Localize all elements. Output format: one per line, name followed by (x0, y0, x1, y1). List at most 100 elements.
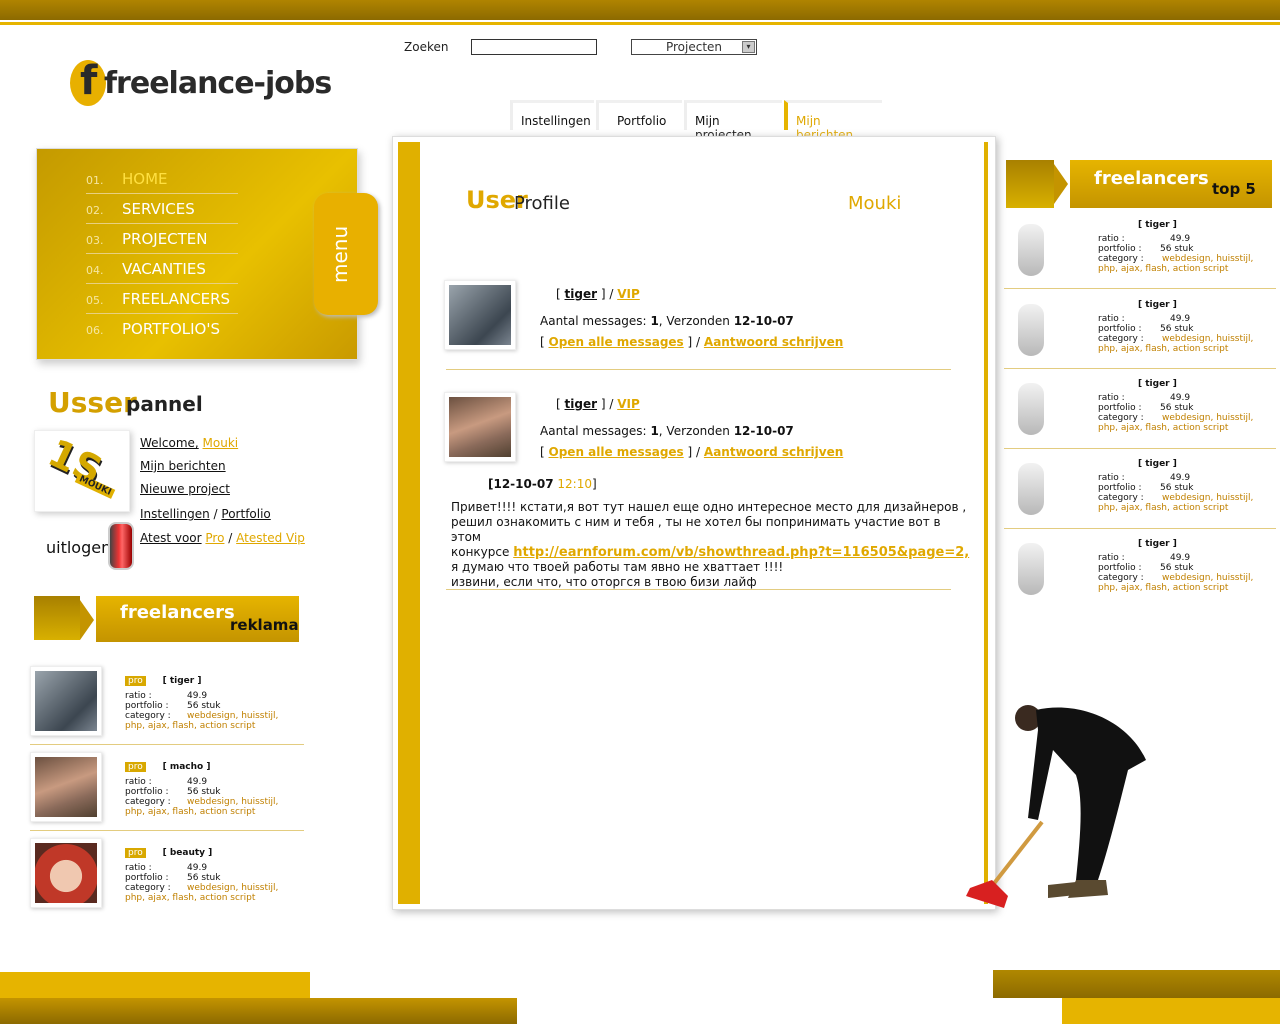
ratio-value: 49.9 (1170, 393, 1191, 403)
top5-name[interactable]: [ tiger ] (1138, 459, 1177, 469)
chevron-down-icon[interactable]: ▾ (742, 41, 755, 53)
category-value-2: php, ajax, flash, action script (1098, 503, 1229, 513)
reklama-thumb-beauty[interactable] (30, 838, 102, 908)
ratio-value: 49.9 (1170, 553, 1191, 563)
count-value: 1 (650, 424, 659, 438)
footprint-icon (1018, 224, 1044, 276)
menu-tab[interactable]: menu (314, 193, 378, 315)
tab-mijn-projecten[interactable]: Mijn projecten (684, 100, 782, 142)
username-link[interactable]: Mouki (203, 436, 239, 450)
logout-button[interactable]: uitlogen (46, 538, 111, 557)
portfolio-value: 56 stuk (187, 701, 221, 711)
message-time: 12:10 (557, 477, 592, 491)
top5-name[interactable]: [ tiger ] (1138, 379, 1177, 389)
menu-item-vacanties[interactable]: 04. VACANTIES (86, 254, 238, 284)
portfolio-label: portfolio : (1098, 483, 1142, 493)
message-url-link[interactable]: http://earnforum.com/vb/showthread.php?t… (513, 545, 969, 560)
message-text: конкурсе (451, 545, 510, 559)
reply-link[interactable]: Aantwoord schrijven (704, 335, 843, 349)
main-panel-bar (398, 142, 420, 904)
reklama-thumb-tiger[interactable] (30, 666, 102, 736)
link-mijn-berichten[interactable]: Mijn berichten (140, 459, 226, 473)
menu-num: 06. (86, 324, 104, 337)
message-date: [12-10-07 (488, 477, 554, 491)
footprint-icon (1018, 543, 1044, 595)
category-value: webdesign, huisstijl, (1162, 254, 1254, 264)
portfolio-value: 56 stuk (1160, 403, 1194, 413)
top5-entry: [ tiger ] ratio : 49.9 portfolio : 56 stuk… (1098, 459, 1268, 513)
search-input[interactable] (471, 39, 597, 55)
vip-link[interactable]: VIP (617, 397, 640, 411)
menu-num: 01. (86, 174, 104, 187)
reklama-name[interactable]: [ beauty ] (163, 848, 213, 858)
footprint-icon (1018, 463, 1044, 515)
reklama-thumb-macho[interactable] (30, 752, 102, 822)
reply-link[interactable]: Aantwoord schrijven (704, 445, 843, 459)
ratio-value: 49.9 (1170, 473, 1191, 483)
reklama-name[interactable]: [ tiger ] (163, 676, 202, 686)
menu-item-home[interactable]: 01. HOME (86, 164, 238, 194)
sent-date: 12-10-07 (733, 314, 794, 328)
link-instellingen[interactable]: Instellingen (140, 507, 210, 521)
tab-mijn-berichten[interactable]: Mijn berichten (784, 100, 882, 142)
portfolio-value: 56 stuk (187, 873, 221, 883)
vip-link[interactable]: VIP (617, 287, 640, 301)
top5-banner-left (1006, 160, 1054, 208)
category-label: category : (1098, 254, 1144, 264)
message-avatar[interactable] (444, 392, 516, 462)
power-icon[interactable] (108, 522, 134, 570)
menu-label: SERVICES (122, 200, 195, 218)
menu-num: 05. (86, 294, 104, 307)
top5-name[interactable]: [ tiger ] (1138, 300, 1177, 310)
tab-instellingen[interactable]: Instellingen (510, 100, 594, 130)
top5-entry: [ tiger ] ratio : 49.9 portfolio : 56 stuk… (1098, 539, 1268, 593)
divider (30, 744, 304, 745)
footer-bar (0, 972, 310, 998)
link-portfolio[interactable]: Portfolio (221, 507, 270, 521)
tab-portfolio[interactable]: Portfolio (596, 100, 682, 130)
menu-num: 02. (86, 204, 104, 217)
message-text: я думаю что твоей работы там явно не хва… (451, 560, 784, 574)
logo[interactable]: f freelance-jobs (60, 50, 332, 114)
divider (446, 369, 951, 370)
message-avatar[interactable] (444, 280, 516, 350)
category-value-2: php, ajax, flash, action script (1098, 344, 1229, 354)
tab-label: Instellingen (521, 114, 591, 128)
menu-item-portfolios[interactable]: 06. PORTFOLIO'S (86, 314, 238, 344)
menu-item-freelancers[interactable]: 05. FREELANCERS (86, 284, 238, 314)
open-all-messages-link[interactable]: Open alle messages (549, 335, 684, 349)
divider (1004, 528, 1276, 529)
top5-name[interactable]: [ tiger ] (1138, 539, 1177, 549)
portfolio-value: 56 stuk (1160, 244, 1194, 254)
menu-item-projecten[interactable]: 03. PROJECTEN (86, 224, 238, 254)
open-all-messages-link[interactable]: Open alle messages (549, 445, 684, 459)
reklama-entry: pro [ beauty ] ratio : 49.9 portfolio : 56… (125, 848, 305, 903)
user-avatar[interactable]: 1S MOUKI (34, 430, 130, 512)
footer-bar (0, 998, 517, 1024)
sender-link[interactable]: tiger (565, 397, 598, 411)
message-stats: Aantal messages: 1, Verzonden 12-10-07 (540, 314, 794, 328)
ratio-label: ratio : (125, 691, 152, 701)
link-atested-vip[interactable]: Atested Vip (236, 531, 305, 545)
top5-entry: [ tiger ] ratio : 49.9 portfolio : 56 stuk… (1098, 300, 1268, 354)
menu-item-services[interactable]: 02. SERVICES (86, 194, 238, 224)
tiger-photo (449, 285, 511, 345)
menu-label: PROJECTEN (122, 230, 208, 248)
reklama-banner: freelancers reklama (96, 596, 299, 642)
category-select[interactable]: Projecten ▾ (631, 39, 757, 55)
sender-link[interactable]: tiger (565, 287, 598, 301)
category-label: category : (1098, 573, 1144, 583)
category-label: category : (125, 711, 171, 721)
category-value: webdesign, huisstijl, (187, 797, 279, 807)
menu-label: FREELANCERS (122, 290, 231, 308)
portfolio-label: portfolio : (125, 873, 169, 883)
link-nieuwe-project[interactable]: Nieuwe project (140, 482, 230, 496)
top5-name[interactable]: [ tiger ] (1138, 220, 1177, 230)
bracket: ] / (600, 287, 614, 301)
ratio-label: ratio : (1098, 393, 1125, 403)
tab-label: Portfolio (617, 114, 667, 128)
category-label: category : (1098, 493, 1144, 503)
arrow-icon (1054, 164, 1068, 204)
link-attest-pro[interactable]: Pro (205, 531, 224, 545)
reklama-name[interactable]: [ macho ] (163, 762, 211, 772)
